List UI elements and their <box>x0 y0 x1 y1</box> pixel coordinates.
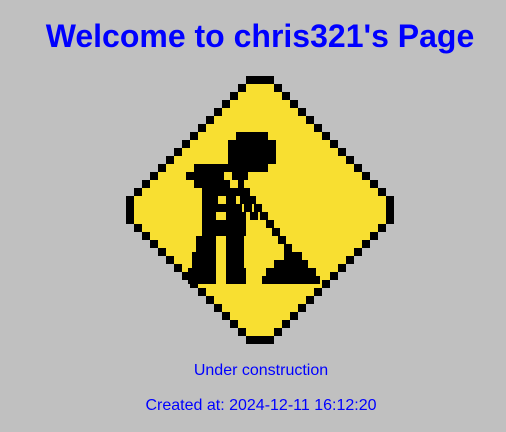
page: Welcome to chris321's Page Under constru… <box>0 0 506 432</box>
page-title: Welcome to chris321's Page <box>45 18 475 54</box>
created-at-text: Created at: 2024-12-11 16:12:20 <box>145 397 377 414</box>
under-construction-text: Under construction <box>193 362 329 379</box>
under-construction-sign-icon <box>126 76 394 344</box>
